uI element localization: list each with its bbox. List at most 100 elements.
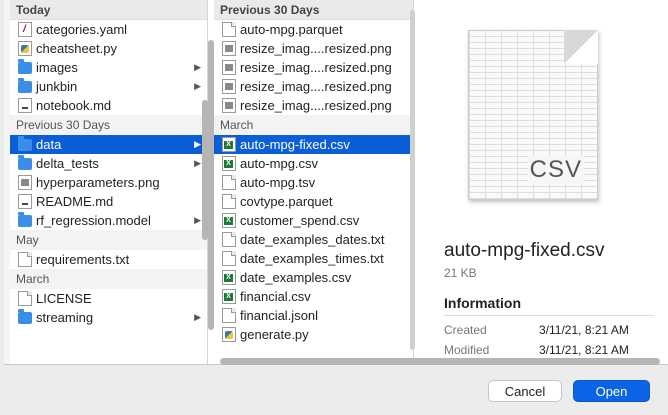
image-file-icon (18, 175, 32, 190)
list-item-label: resize_imag....resized.png (240, 79, 392, 94)
list-item[interactable]: / categories.yaml (10, 20, 207, 39)
section-header: March (214, 115, 413, 135)
markdown-file-icon (18, 98, 32, 113)
list-item-label: financial.jsonl (240, 308, 319, 323)
list-item[interactable]: date_examples_dates.txt (214, 230, 413, 249)
csv-tag: CSV (527, 156, 584, 184)
horizontal-scrollbar[interactable] (220, 358, 660, 365)
list-item[interactable]: hyperparameters.png (10, 173, 207, 192)
file-browser: Today / categories.yaml cheatsheet.py images… (4, 0, 668, 365)
section-header: May (10, 230, 207, 250)
folder-icon (18, 212, 32, 227)
list-item[interactable]: financial.jsonl (214, 306, 413, 325)
list-item-label: data (36, 137, 62, 152)
chevron-right-icon: ▶ (194, 139, 201, 149)
list-item[interactable]: junkbin ▶ (10, 77, 207, 96)
image-file-icon (222, 41, 236, 56)
list-item-label: resize_imag....resized.png (240, 60, 392, 75)
modified-label: Modified (444, 343, 490, 357)
modified-value: 3/11/21, 8:21 AM (539, 343, 629, 357)
folder-icon (18, 309, 32, 324)
list-item-label: resize_imag....resized.png (240, 41, 392, 56)
image-file-icon (222, 98, 236, 113)
csv-thumbnail: CSV (468, 30, 598, 200)
list-item-label: junkbin (36, 79, 78, 94)
list-item[interactable]: Xdate_examples.csv (214, 268, 413, 287)
csv-file-icon: X (222, 213, 236, 228)
list-item[interactable]: images ▶ (10, 58, 207, 77)
list-item[interactable]: resize_imag....resized.png (214, 96, 413, 115)
list-item[interactable]: README.md (10, 192, 207, 211)
info-divider (444, 315, 654, 316)
chevron-right-icon: ▶ (194, 158, 201, 168)
list-item-label: date_examples_times.txt (240, 251, 384, 266)
markdown-file-icon (18, 194, 32, 209)
cancel-button[interactable]: Cancel (488, 380, 562, 402)
list-item-label: auto-mpg.parquet (240, 22, 343, 37)
chevron-right-icon: ▶ (194, 62, 201, 72)
list-item-label: auto-mpg-fixed.csv (240, 137, 350, 152)
column-2-scrollbar[interactable] (208, 40, 214, 330)
csv-file-icon: X (222, 270, 236, 285)
text-file-icon (222, 251, 236, 266)
list-item[interactable]: resize_imag....resized.png (214, 58, 413, 77)
section-header: Previous 30 Days (10, 115, 207, 135)
list-item[interactable]: notebook.md (10, 96, 207, 115)
preview-file-size: 21 KB (444, 266, 477, 280)
list-item-label: auto-mpg.csv (240, 156, 319, 171)
list-item-label: notebook.md (36, 98, 112, 113)
yaml-file-icon: / (18, 22, 32, 37)
list-item-label: hyperparameters.png (36, 175, 160, 190)
list-item[interactable]: date_examples_times.txt (214, 249, 413, 268)
text-file-icon (222, 232, 236, 247)
folder-icon (18, 59, 32, 74)
list-item[interactable]: streaming ▶ (10, 308, 207, 327)
list-item[interactable]: covtype.parquet (214, 192, 413, 211)
csv-file-icon: X (222, 289, 236, 304)
list-item-label: delta_tests (36, 156, 99, 171)
list-item-label: auto-mpg.tsv (240, 175, 316, 190)
page-fold (564, 30, 598, 64)
text-file-icon (222, 22, 236, 37)
list-item[interactable]: auto-mpg.parquet (214, 20, 413, 39)
text-file-icon (222, 175, 236, 190)
section-header: March (10, 269, 207, 289)
python-file-icon (18, 41, 32, 56)
list-item[interactable]: rf_regression.model ▶ (10, 211, 207, 230)
list-item[interactable]: Xcustomer_spend.csv (214, 211, 413, 230)
created-row: Created 3/11/21, 8:21 AM (444, 323, 654, 337)
list-item-label: README.md (36, 194, 114, 209)
open-button[interactable]: Open (573, 380, 650, 402)
folder-icon (18, 78, 32, 93)
list-item-label: resize_imag....resized.png (240, 98, 392, 113)
list-item[interactable]: resize_imag....resized.png (214, 77, 413, 96)
folder-icon (18, 155, 32, 170)
list-item[interactable]: Xauto-mpg-fixed.csv (214, 135, 413, 154)
list-item-label: images (36, 60, 78, 75)
list-item-label: LICENSE (36, 291, 92, 306)
list-item[interactable]: auto-mpg.tsv (214, 173, 413, 192)
list-item[interactable]: Xfinancial.csv (214, 287, 413, 306)
text-file-icon (18, 291, 32, 306)
list-item[interactable]: resize_imag....resized.png (214, 39, 413, 58)
information-heading: Information (444, 295, 521, 311)
preview-pane: CSV auto-mpg-fixed.csv 21 KB Information… (420, 0, 668, 364)
section-header: Previous 30 Days (214, 0, 413, 20)
csv-file-icon: X (222, 156, 236, 171)
list-item-label: requirements.txt (36, 252, 130, 267)
column-2: Previous 30 Days auto-mpg.parquet resize_i… (214, 0, 414, 364)
text-file-icon (222, 194, 236, 209)
list-item[interactable]: Xauto-mpg.csv (214, 154, 413, 173)
image-file-icon (222, 79, 236, 94)
list-item[interactable]: data ▶ (10, 135, 207, 154)
folder-icon (18, 136, 32, 151)
list-item[interactable]: generate.py (214, 325, 413, 344)
list-item[interactable]: requirements.txt (10, 250, 207, 269)
list-item-label: categories.yaml (36, 22, 128, 37)
list-item[interactable]: LICENSE (10, 289, 207, 308)
list-item[interactable]: delta_tests ▶ (10, 154, 207, 173)
created-value: 3/11/21, 8:21 AM (539, 323, 629, 337)
column-3-scrollbar[interactable] (410, 10, 415, 350)
list-item[interactable]: cheatsheet.py (10, 39, 207, 58)
image-file-icon (222, 60, 236, 75)
